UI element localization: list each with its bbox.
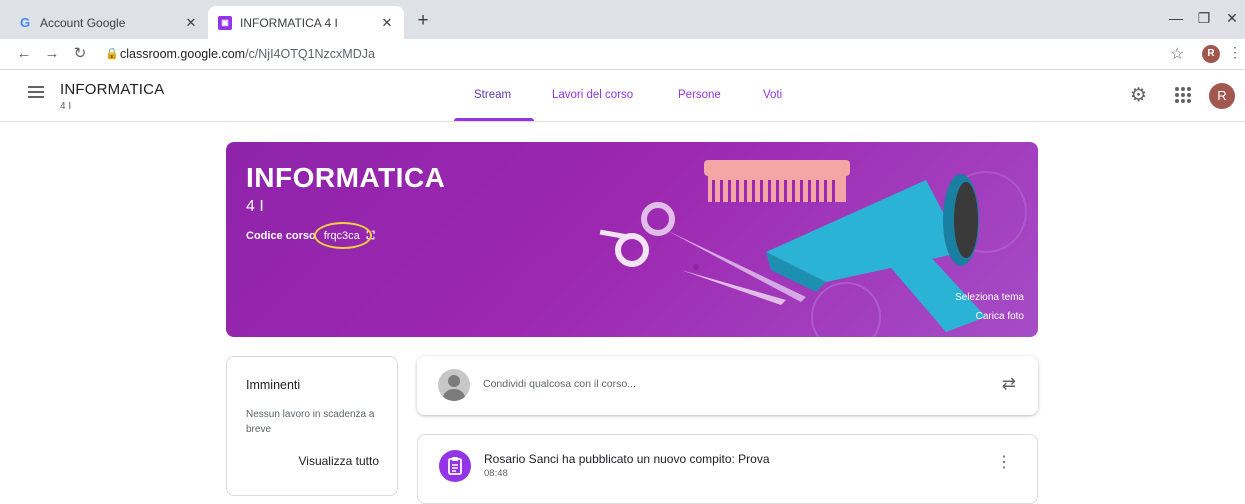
course-code-row: Codice corso frqc3ca ⛶: [246, 222, 374, 249]
course-banner: INFORMATICA 4 I Codice corso frqc3ca ⛶ S…: [226, 142, 1038, 337]
course-code-label: Codice corso: [246, 230, 316, 242]
browser-tab-account-google[interactable]: G Account Google ✕: [8, 6, 208, 39]
share-placeholder[interactable]: Condividi qualcosa con il corso...: [483, 378, 636, 390]
minimize-icon[interactable]: —: [1166, 10, 1186, 26]
banner-section: 4 I: [246, 198, 264, 215]
user-avatar-icon: [438, 369, 470, 401]
tab-title: Account Google: [40, 15, 126, 30]
upcoming-empty-text: Nessun lavoro in scadenza a breve: [246, 409, 375, 435]
view-all-link[interactable]: Visualizza tutto: [299, 454, 380, 468]
comb-icon: [704, 160, 850, 202]
tab-stream[interactable]: Stream: [474, 89, 511, 101]
lock-icon[interactable]: 🔒: [105, 47, 119, 60]
classroom-app-bar: INFORMATICA 4 I Stream Lavori del corso …: [0, 70, 1245, 122]
close-icon[interactable]: ✕: [378, 15, 396, 31]
tab-persone[interactable]: Persone: [678, 89, 721, 101]
browser-menu-icon[interactable]: ⋮: [1228, 44, 1242, 61]
gear-icon[interactable]: ⚙: [1130, 84, 1147, 107]
upcoming-title: Imminenti: [246, 378, 301, 392]
banner-course-title[interactable]: INFORMATICA: [246, 162, 445, 194]
window-close-icon[interactable]: ✕: [1222, 10, 1242, 27]
course-title[interactable]: INFORMATICA: [60, 81, 164, 98]
forward-icon[interactable]: →: [42, 44, 62, 64]
upcoming-card: Imminenti Nessun lavoro in scadenza a br…: [226, 356, 398, 496]
assignment-icon: [439, 450, 471, 482]
tab-lavori-del-corso[interactable]: Lavori del corso: [552, 89, 633, 101]
more-options-icon[interactable]: ⋮: [996, 455, 1012, 471]
course-section: 4 I: [60, 101, 72, 112]
close-icon[interactable]: ✕: [182, 15, 200, 31]
avatar[interactable]: R: [1209, 83, 1235, 109]
post-time: 08:48: [484, 468, 508, 479]
google-g-icon: G: [19, 15, 31, 30]
reload-icon[interactable]: ↻: [70, 44, 90, 64]
share-box[interactable]: Condividi qualcosa con il corso... ⇄: [417, 356, 1038, 415]
tab-title: INFORMATICA 4 I: [240, 15, 338, 30]
highlight-circle: [313, 222, 372, 249]
tab-voti[interactable]: Voti: [763, 89, 782, 101]
post-title[interactable]: Rosario Sanci ha pubblicato un nuovo com…: [484, 452, 770, 466]
classroom-icon: ▣: [218, 15, 232, 30]
url-host: classroom.google.com: [120, 47, 246, 61]
stream-post[interactable]: Rosario Sanci ha pubblicato un nuovo com…: [417, 434, 1038, 504]
apps-grid-icon[interactable]: [1175, 87, 1191, 103]
course-code-value[interactable]: frqc3ca: [313, 222, 372, 249]
hamburger-menu-icon[interactable]: [28, 86, 44, 100]
restore-icon[interactable]: ❐: [1194, 10, 1214, 27]
browser-tab-informatica[interactable]: ▣ INFORMATICA 4 I ✕: [208, 6, 404, 39]
browser-profile-avatar[interactable]: R: [1202, 45, 1220, 63]
back-icon[interactable]: ←: [14, 44, 34, 64]
bookmark-star-icon[interactable]: ☆: [1170, 44, 1184, 64]
browser-toolbar: ← → ↻ 🔒 classroom.google.com/c/NjI4OTQ1N…: [0, 39, 1245, 70]
browser-tab-strip: G Account Google ✕ ▣ INFORMATICA 4 I ✕ +…: [0, 0, 1245, 39]
address-bar[interactable]: classroom.google.com/c/NjI4OTQ1NzcxMDJa: [120, 47, 375, 61]
repost-icon[interactable]: ⇄: [1002, 374, 1016, 394]
new-tab-button[interactable]: +: [412, 11, 434, 33]
select-theme-link[interactable]: Seleziona tema: [955, 292, 1024, 303]
active-tab-indicator: [454, 118, 534, 121]
upload-photo-link[interactable]: Carica foto: [976, 311, 1024, 322]
url-path: /c/NjI4OTQ1NzcxMDJa: [245, 47, 375, 61]
